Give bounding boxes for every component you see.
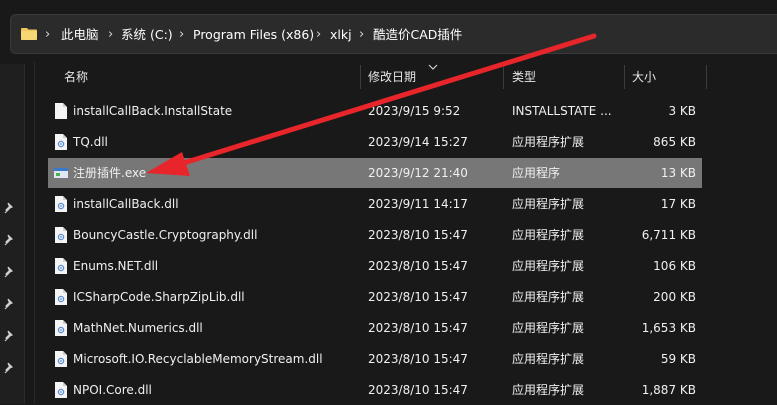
pin-icon[interactable] (4, 330, 16, 342)
column-divider[interactable] (360, 65, 361, 89)
exe-icon (54, 165, 68, 181)
file-date: 2023/8/10 15:47 (368, 290, 468, 304)
dll-icon (54, 289, 68, 305)
file-date: 2023/9/11 14:17 (368, 197, 468, 211)
table-row[interactable]: TQ.dll 2023/9/14 15:27 应用程序扩展 865 KB (48, 127, 702, 157)
file-name: MathNet.Numerics.dll (73, 321, 203, 335)
file-type: INSTALLSTATE ... (512, 104, 612, 118)
file-name: installCallBack.dll (73, 197, 179, 211)
file-date: 2023/9/12 21:40 (368, 166, 468, 180)
table-row[interactable]: BouncyCastle.Cryptography.dll 2023/8/10 1… (48, 220, 702, 250)
file-type: 应用程序扩展 (512, 197, 585, 211)
chevron-right-icon[interactable]: › (179, 15, 184, 55)
dll-icon (54, 320, 68, 336)
file-date: 2023/8/10 15:47 (368, 321, 468, 335)
column-divider[interactable] (706, 65, 707, 89)
pin-icon[interactable] (4, 362, 16, 374)
file-type: 应用程序扩展 (512, 228, 585, 242)
chevron-right-icon[interactable]: › (316, 15, 321, 55)
breadcrumb-this-pc[interactable]: 此电脑 (61, 15, 99, 55)
chevron-right-icon[interactable]: › (359, 15, 364, 55)
file-type: 应用程序扩展 (512, 321, 585, 335)
dll-icon (54, 196, 68, 212)
file-name: 注册插件.exe (73, 166, 147, 180)
file-size: 17 KB (660, 197, 696, 211)
column-header: 名称 修改日期 类型 大小 (48, 62, 708, 92)
table-row[interactable]: 注册插件.exe 2023/9/12 21:40 应用程序 13 KB (48, 158, 702, 188)
pin-icon[interactable] (4, 266, 16, 278)
column-divider[interactable] (624, 65, 625, 89)
file-size: 59 KB (660, 352, 696, 366)
dll-icon (54, 258, 68, 274)
column-date-header[interactable]: 修改日期 (368, 62, 416, 92)
file-type: 应用程序扩展 (512, 135, 585, 149)
breadcrumb-system-c[interactable]: 系统 (C:) (121, 15, 173, 55)
file-size: 106 KB (653, 259, 696, 273)
file-name: ICSharpCode.SharpZipLib.dll (73, 290, 245, 304)
file-type: 应用程序扩展 (512, 290, 585, 304)
file-date: 2023/9/15 9:52 (368, 104, 461, 118)
file-date: 2023/8/10 15:47 (368, 352, 468, 366)
file-date: 2023/9/14 15:27 (368, 135, 468, 149)
file-icon (54, 103, 68, 119)
file-size: 13 KB (660, 166, 696, 180)
pin-icon[interactable] (4, 298, 16, 310)
chevron-right-icon[interactable]: › (108, 15, 113, 55)
breadcrumb-xlkj[interactable]: xlkj (330, 15, 352, 55)
navigation-pane[interactable] (0, 64, 25, 404)
file-name: TQ.dll (73, 135, 108, 149)
file-name: Enums.NET.dll (73, 259, 159, 273)
column-type-header[interactable]: 类型 (512, 62, 536, 92)
table-row[interactable]: installCallBack.dll 2023/9/11 14:17 应用程序扩展… (48, 189, 702, 219)
file-size: 3 KB (668, 104, 696, 118)
table-row[interactable]: Enums.NET.dll 2023/8/10 15:47 应用程序扩展 106 KB (48, 251, 702, 281)
column-name-header[interactable]: 名称 (64, 62, 88, 92)
file-date: 2023/8/10 15:47 (368, 259, 468, 273)
file-name: NPOI.Core.dll (73, 383, 152, 397)
table-row[interactable]: MathNet.Numerics.dll 2023/8/10 15:47 应用程序扩… (48, 313, 702, 343)
folder-icon (21, 28, 37, 40)
file-name: BouncyCastle.Cryptography.dll (73, 228, 258, 242)
table-row[interactable]: NPOI.Core.dll 2023/8/10 15:47 应用程序扩展 1,887 … (48, 375, 702, 405)
table-row[interactable]: installCallBack.InstallState 2023/9/15 9:… (48, 96, 702, 126)
file-type: 应用程序扩展 (512, 383, 585, 397)
dll-icon (54, 134, 68, 150)
chevron-right-icon[interactable]: › (45, 15, 50, 55)
file-size: 865 KB (653, 135, 696, 149)
address-bar[interactable]: › 此电脑 › 系统 (C:) › Program Files (x86) › … (10, 14, 777, 54)
dll-icon (54, 227, 68, 243)
breadcrumb-current-folder[interactable]: 酷造价CAD插件 (373, 15, 462, 55)
pane-divider (34, 62, 35, 404)
file-date: 2023/8/10 15:47 (368, 228, 468, 242)
file-type: 应用程序扩展 (512, 259, 585, 273)
file-type: 应用程序扩展 (512, 352, 585, 366)
column-divider[interactable] (503, 65, 504, 89)
file-type: 应用程序 (512, 166, 561, 180)
file-size: 1,887 KB (641, 383, 696, 397)
pin-icon[interactable] (4, 234, 16, 246)
file-size: 200 KB (653, 290, 696, 304)
file-date: 2023/8/10 15:47 (368, 383, 468, 397)
column-size-header[interactable]: 大小 (632, 62, 656, 92)
dll-icon (54, 382, 68, 398)
pin-icon[interactable] (4, 202, 16, 214)
file-size: 6,711 KB (641, 228, 696, 242)
breadcrumb-program-files[interactable]: Program Files (x86) (193, 15, 314, 55)
file-name: installCallBack.InstallState (73, 104, 233, 118)
file-name: Microsoft.IO.RecyclableMemoryStream.dll (73, 352, 323, 366)
table-row[interactable]: Microsoft.IO.RecyclableMemoryStream.dll 2… (48, 344, 702, 374)
sort-descending-icon (428, 64, 438, 70)
dll-icon (54, 351, 68, 367)
file-size: 1,653 KB (641, 321, 696, 335)
table-row[interactable]: ICSharpCode.SharpZipLib.dll 2023/8/10 15:… (48, 282, 702, 312)
